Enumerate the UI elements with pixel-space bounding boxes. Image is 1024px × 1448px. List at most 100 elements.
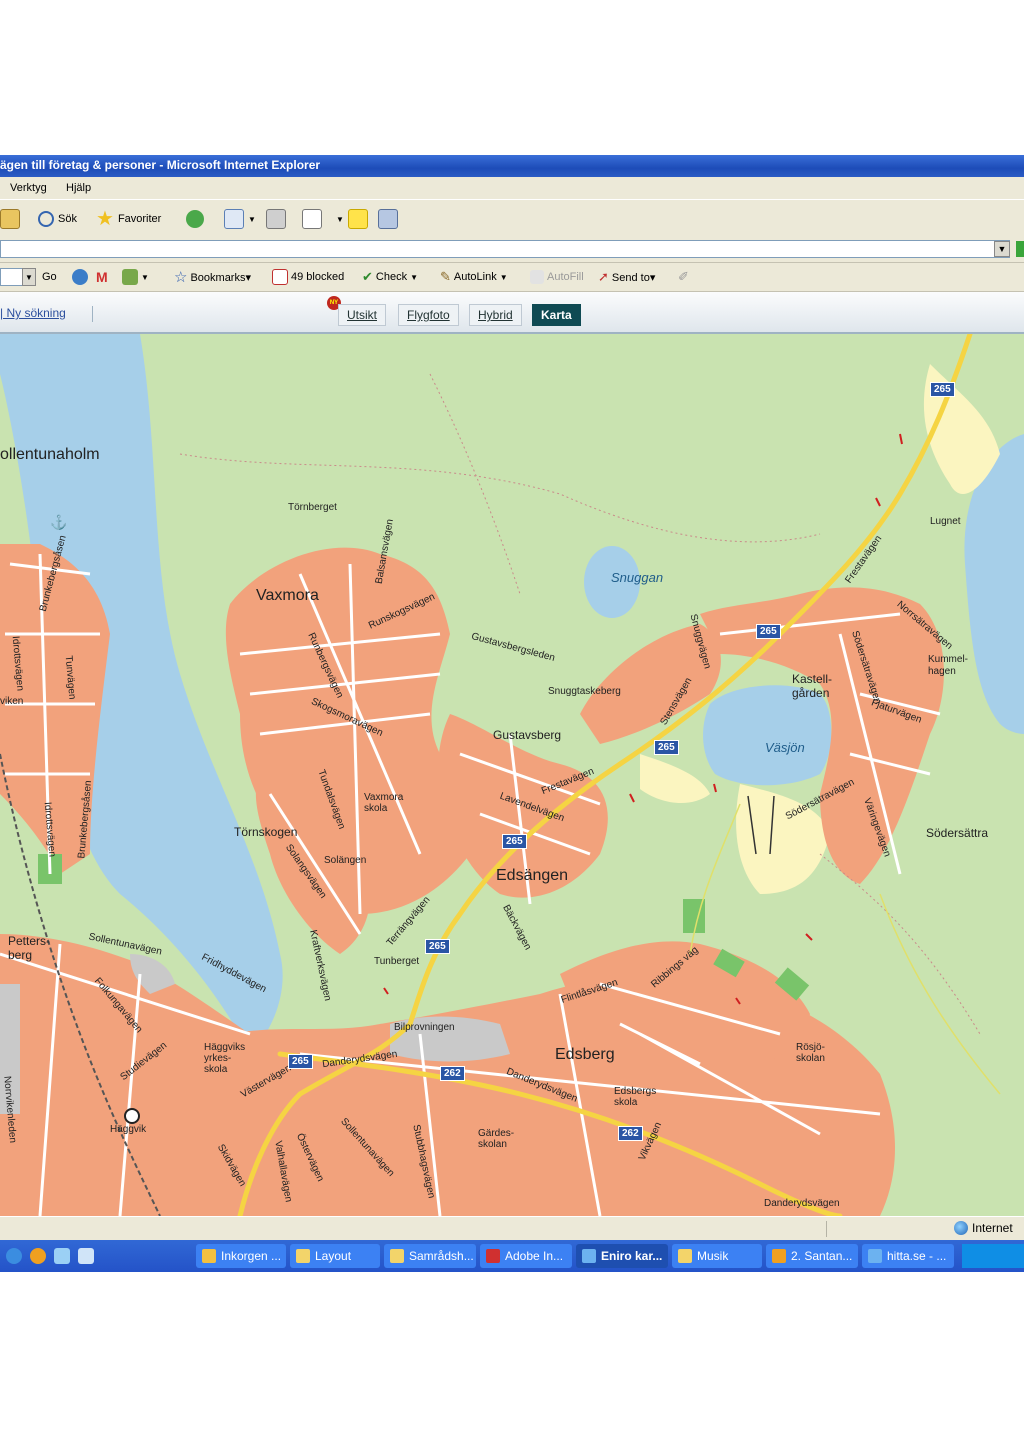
task-santana[interactable]: 2. Santan... bbox=[766, 1244, 858, 1268]
star-icon: ★ bbox=[96, 208, 114, 230]
label-bilprovningen: Bilprovningen bbox=[394, 1022, 455, 1033]
label-edsbergs-skola: Edsbergs skola bbox=[614, 1086, 657, 1108]
google-search-dropdown[interactable]: ▼ bbox=[22, 268, 36, 286]
research-button[interactable] bbox=[378, 208, 398, 230]
desktop-icon[interactable] bbox=[78, 1248, 94, 1264]
ie-icon bbox=[582, 1249, 596, 1263]
address-input[interactable] bbox=[0, 240, 1010, 258]
globe-icon bbox=[954, 1221, 968, 1235]
task-label: Layout bbox=[315, 1249, 352, 1263]
sendto-label: Send to▾ bbox=[611, 271, 656, 284]
tab-flygfoto[interactable]: Flygfoto bbox=[398, 304, 459, 326]
folder-icon bbox=[678, 1249, 692, 1263]
label-kummelhagen: Kummel- hagen bbox=[928, 654, 969, 677]
note-button[interactable] bbox=[348, 208, 368, 230]
label-gardesskolan: Gärdes- skolan bbox=[478, 1128, 515, 1150]
system-tray[interactable] bbox=[962, 1244, 1024, 1268]
menu-hjalp[interactable]: Hjälp bbox=[66, 182, 91, 194]
label-tornskogen: Törnskogen bbox=[234, 825, 298, 839]
autolink-label: AutoLink bbox=[453, 271, 497, 283]
favorites-button[interactable]: ★ Favoriter bbox=[96, 208, 161, 230]
edit-button[interactable]: ▼ bbox=[302, 208, 344, 230]
road-danderydsvagen-south: Danderydsvägen bbox=[764, 1198, 840, 1209]
route-shield-265: 265 bbox=[756, 624, 781, 639]
address-bar: ▼ bbox=[0, 238, 1024, 263]
spellcheck-button[interactable]: ✔ Check ▼ bbox=[362, 268, 418, 286]
globe-icon bbox=[72, 269, 88, 285]
autolink-button[interactable]: ✎ AutoLink ▼ bbox=[440, 268, 508, 286]
window-title-bar[interactable]: ägen till företag & personer - Microsoft… bbox=[0, 155, 1024, 177]
task-label: Samrådsh... bbox=[409, 1249, 474, 1263]
outlook-icon bbox=[202, 1249, 216, 1263]
task-hitta[interactable]: hitta.se - ... bbox=[862, 1244, 954, 1268]
mail-button[interactable]: ▼ bbox=[224, 208, 256, 230]
menu-verktyg[interactable]: Verktyg bbox=[10, 182, 47, 194]
label-snuggan: Snuggan bbox=[611, 570, 664, 585]
globe-search-button[interactable] bbox=[72, 268, 88, 286]
gmail-button[interactable]: M bbox=[96, 268, 108, 286]
label-viken: viken bbox=[0, 696, 24, 707]
printer-icon bbox=[266, 209, 286, 229]
vasjon-lake bbox=[703, 685, 832, 786]
task-samradsh[interactable]: Samrådsh... bbox=[384, 1244, 476, 1268]
home-button[interactable] bbox=[0, 208, 20, 230]
browser-screenshot: ägen till företag & personer - Microsoft… bbox=[0, 155, 1024, 1272]
task-eniro[interactable]: Eniro kar... bbox=[576, 1244, 668, 1268]
bookmarks-button[interactable]: ☆ Bookmarks▾ bbox=[174, 268, 251, 286]
tools-button[interactable]: ▼ bbox=[122, 268, 149, 286]
history-button[interactable] bbox=[186, 208, 204, 230]
mail-icon bbox=[224, 209, 244, 229]
tab-hybrid[interactable]: Hybrid bbox=[469, 304, 522, 326]
send-to-button[interactable]: ➚ Send to▾ bbox=[598, 268, 655, 286]
media-player-icon[interactable] bbox=[30, 1248, 46, 1264]
research-icon bbox=[378, 209, 398, 229]
puzzle-icon bbox=[122, 269, 138, 285]
go-arrow-button[interactable] bbox=[1016, 241, 1024, 257]
label-sollentunaholm: ollentunaholm bbox=[0, 446, 100, 463]
popup-blocker-button[interactable]: 49 blocked bbox=[272, 268, 344, 286]
route-shield-265: 265 bbox=[502, 834, 527, 849]
task-adobe[interactable]: Adobe In... bbox=[480, 1244, 572, 1268]
go-button[interactable]: Go bbox=[42, 268, 57, 286]
word-icon bbox=[302, 209, 322, 229]
label-vaxmora-skola: Vaxmora skola bbox=[364, 792, 404, 814]
bookmarks-label: Bookmarks▾ bbox=[190, 271, 251, 284]
autofill-label: AutoFill bbox=[547, 271, 584, 283]
new-search-link[interactable]: | Ny sökning bbox=[0, 306, 66, 320]
label-vaxmora: Vaxmora bbox=[256, 587, 319, 604]
chevron-down-icon: ▼ bbox=[336, 214, 344, 224]
autofill-button[interactable]: AutoFill bbox=[530, 268, 584, 286]
ie-icon[interactable] bbox=[6, 1248, 22, 1264]
update-icon[interactable] bbox=[54, 1248, 70, 1264]
media-icon bbox=[772, 1249, 786, 1263]
chevron-down-icon: ▼ bbox=[248, 214, 256, 224]
map-graphic bbox=[0, 334, 1024, 1216]
task-layout[interactable]: Layout bbox=[290, 1244, 380, 1268]
menu-bar: Verktyg Hjälp bbox=[0, 177, 1024, 199]
pencil-icon: ✐ bbox=[678, 269, 689, 284]
status-bar: Internet bbox=[0, 1216, 1024, 1241]
boat-icon: ⚓ bbox=[50, 514, 68, 530]
send-icon: ➚ bbox=[598, 269, 609, 284]
options-button[interactable]: ✐ bbox=[678, 268, 689, 286]
map-canvas[interactable]: ollentunaholm Vaxmora Edsängen Edsberg G… bbox=[0, 334, 1024, 1216]
label-gustavsberg: Gustavsberg bbox=[493, 728, 562, 742]
blocked-label: 49 blocked bbox=[291, 271, 345, 283]
tab-karta[interactable]: Karta bbox=[532, 304, 581, 326]
tab-utsikt[interactable]: Utsikt bbox=[338, 304, 386, 326]
favorites-label: Favoriter bbox=[117, 213, 162, 225]
home-icon bbox=[0, 209, 20, 229]
chevron-down-icon: ▼ bbox=[410, 272, 419, 282]
adobe-icon bbox=[486, 1249, 500, 1263]
task-musik[interactable]: Musik bbox=[672, 1244, 762, 1268]
check-icon: ✔ bbox=[362, 269, 373, 284]
label-lugnet: Lugnet bbox=[930, 516, 961, 527]
route-shield-262: 262 bbox=[618, 1126, 643, 1141]
task-inkorgen[interactable]: Inkorgen ... bbox=[196, 1244, 286, 1268]
security-zone[interactable]: Internet bbox=[954, 1221, 1013, 1235]
print-button[interactable] bbox=[266, 208, 286, 230]
search-button[interactable]: Sök bbox=[38, 208, 77, 230]
window-title: ägen till företag & personer - Microsoft… bbox=[0, 158, 321, 172]
address-dropdown-button[interactable]: ▼ bbox=[994, 241, 1010, 257]
chevron-down-icon: ▼ bbox=[499, 272, 508, 282]
